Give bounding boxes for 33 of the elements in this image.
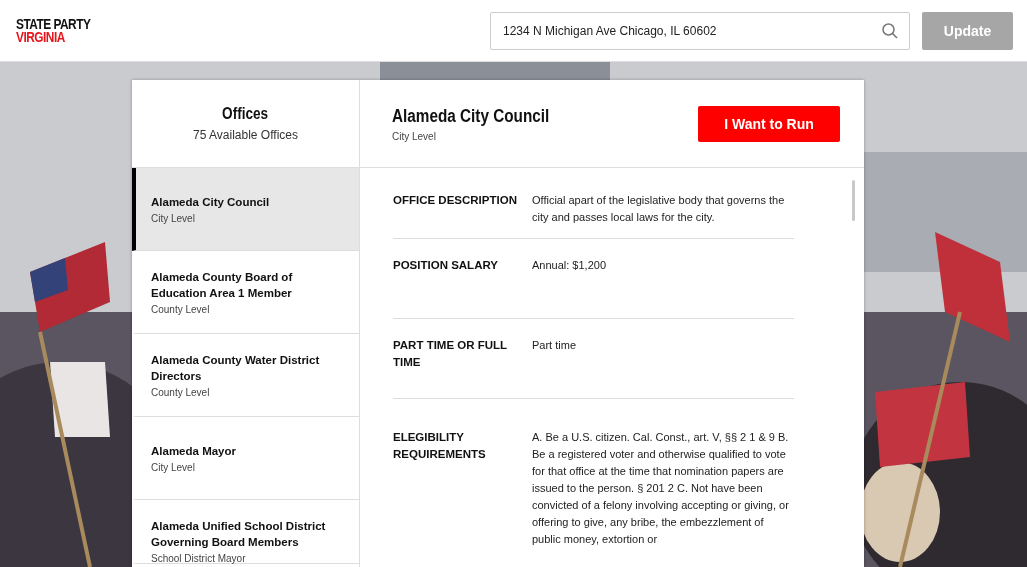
field-value: Official apart of the legislative body that governs the city and passes local laws for the city. [532, 193, 786, 225]
field-label: ELEGIBILITY REQUIREMENTS [393, 430, 487, 462]
logo-text[interactable]: VIRGINIA [16, 30, 91, 44]
office-list-item[interactable]: Alameda County Board of Education Area 1 Member County Level [132, 251, 359, 334]
office-level: County Level [151, 304, 211, 315]
office-list-item[interactable]: Alameda City Council City Level [132, 168, 359, 251]
office-level: School District Mayor [151, 553, 247, 564]
office-title: Alameda City Council [392, 105, 551, 127]
search-icon[interactable] [881, 21, 899, 40]
office-level: City Level [392, 130, 437, 142]
office-name: Alameda Unified School District Governing Board Members [151, 519, 327, 550]
field-value: A. Be a U.S. citizen. Cal. Const., art. V, §§ 2 1 & 9 B. Be a registered voter and otherwise qualified to vote for that office at the time that nomination papers are issued to the person. § 201 2 C. Not have been convicted of a felony involving accepting or giving, or offering to give, any bribe, the embezzlement of public money, extortion or [532, 430, 790, 547]
panel-title: Offices [222, 105, 269, 123]
field-label: PART TIME OR FULL TIME [393, 338, 508, 370]
office-list-item[interactable]: Alameda Unified School District Governing Board Members School District Mayor [132, 500, 359, 564]
office-level: City Level [151, 462, 196, 473]
office-name: Alameda City Council [151, 195, 271, 210]
office-level: City Level [151, 213, 196, 224]
field-value: Annual: $1,200 [532, 258, 607, 273]
office-list-item[interactable]: Alameda Mayor City Level [132, 417, 359, 500]
logo-text[interactable]: STATE PARTY [16, 17, 91, 31]
field-value: Part time [532, 338, 577, 353]
run-button[interactable]: I Want to Run [698, 105, 840, 142]
scrollbar-thumb[interactable] [852, 180, 855, 221]
office-name: Alameda County Water District Directors [151, 353, 321, 384]
office-level: County Level [151, 387, 211, 398]
search-field[interactable]: 1234 N Michigan Ave Chicago, IL 60602 [490, 11, 910, 50]
office-list-item[interactable]: Alameda County Water District Directors County Level [132, 334, 359, 417]
field-label: POSITION SALARY [393, 258, 499, 273]
office-name: Alameda County Board of Education Area 1 Member [151, 270, 294, 301]
field-label: OFFICE DESCRIPTION [393, 193, 518, 208]
office-name: Alameda Mayor [151, 444, 237, 459]
office-count: 75 Available Offices [193, 128, 298, 142]
